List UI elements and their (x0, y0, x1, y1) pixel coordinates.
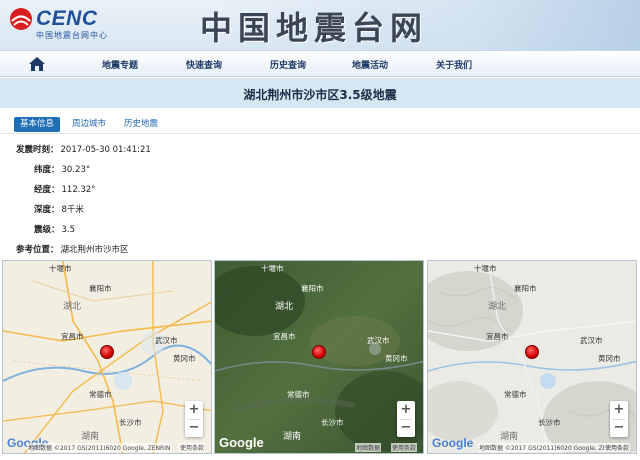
epicenter-marker[interactable] (100, 345, 114, 359)
label-yichang: 宜昌市 (61, 331, 84, 342)
label-changde: 常德市 (504, 389, 527, 400)
page: CENC 中国地震台网中心 中国地震台网 地震专题 快速查询 历史查询 地震活动… (0, 0, 640, 460)
label-xiangyang: 襄阳市 (89, 283, 112, 294)
zoom-in-button[interactable]: + (610, 401, 628, 419)
latitude-value: 30.23° (62, 165, 91, 175)
logo-subtitle: 中国地震台网中心 (36, 30, 108, 41)
label-wuhan: 武汉市 (580, 335, 603, 346)
info-row-depth: 深度：8千米 (34, 203, 84, 217)
zoom-control: + − (610, 401, 628, 437)
magnitude-label: 震级： (34, 223, 60, 235)
label-changsha: 长沙市 (538, 417, 561, 428)
label-xiangyang: 襄阳市 (514, 283, 537, 294)
info-row-latitude: 纬度：30.23° (34, 163, 90, 177)
label-huanggang: 黄冈市 (385, 353, 408, 364)
epicenter-marker[interactable] (525, 345, 539, 359)
satellite-map[interactable]: 十堰市 襄阳市 湖北 宜昌市 武汉市 黄冈市 常德市 长沙市 湖南 + − Go… (214, 260, 424, 454)
info-row-magnitude: 震级：3.5 (34, 223, 75, 237)
longitude-value: 112.32° (62, 185, 96, 195)
label-huanggang: 黄冈市 (598, 353, 621, 364)
epicenter-marker[interactable] (312, 345, 326, 359)
terrain-map[interactable]: 十堰市 襄阳市 湖北 宜昌市 武汉市 黄冈市 常德市 长沙市 湖南 + − Go… (427, 260, 637, 454)
zoom-control: + − (185, 401, 203, 437)
zoom-in-button[interactable]: + (185, 401, 203, 419)
tab-nearby-cities[interactable]: 周边城市 (66, 117, 112, 132)
time-label: 发震时刻： (16, 143, 59, 155)
terms-link[interactable]: 使用条款 (179, 443, 205, 452)
google-logo[interactable]: Google (432, 436, 473, 450)
quake-info: 发震时刻：2017-05-30 01:41:21 纬度：30.23° 经度：11… (0, 138, 640, 258)
page-title: 湖北荆州市沙市区3.5级地震 (0, 86, 640, 103)
location-value: 湖北荆州市沙市区 (61, 243, 129, 255)
label-changde: 常德市 (287, 389, 310, 400)
nav-item-quick-query[interactable]: 快速查询 (186, 58, 222, 71)
latitude-label: 纬度： (34, 163, 60, 175)
map-attribution: 地图数据 (355, 443, 381, 452)
label-hunan: 湖南 (283, 429, 301, 442)
nav-item-about[interactable]: 关于我们 (436, 58, 472, 71)
info-row-time: 发震时刻：2017-05-30 01:41:21 (16, 143, 151, 157)
label-shiyan: 十堰市 (49, 263, 72, 274)
label-wuhan: 武汉市 (367, 335, 390, 346)
depth-label: 深度： (34, 203, 60, 215)
label-shiyan: 十堰市 (474, 263, 497, 274)
map-attribution: 地图数据 ©2017 GS(2011)6020 Google, ZENRIN (478, 443, 622, 452)
label-shiyan: 十堰市 (261, 263, 284, 274)
label-hubei: 湖北 (63, 299, 81, 312)
label-changsha: 长沙市 (321, 417, 344, 428)
nav-item-activity[interactable]: 地震活动 (352, 58, 388, 71)
google-logo[interactable]: Google (219, 435, 264, 450)
info-row-longitude: 经度：112.32° (34, 183, 96, 197)
site-title: 中国地震台网 (200, 3, 428, 49)
label-changde: 常德市 (89, 389, 112, 400)
map-attribution: 地图数据 ©2017 GS(2011)6020 Google, ZENRIN (27, 443, 171, 452)
main-nav: 地震专题 快速查询 历史查询 地震活动 关于我们 (0, 50, 640, 77)
home-icon[interactable] (28, 56, 46, 72)
nav-item-history-query[interactable]: 历史查询 (270, 58, 306, 71)
label-hunan: 湖南 (500, 429, 518, 442)
cenc-logo[interactable]: CENC 中国地震台网中心 (8, 6, 128, 46)
label-yichang: 宜昌市 (273, 331, 296, 342)
zoom-control: + − (397, 401, 415, 437)
info-row-location: 参考位置：湖北荆州市沙市区 (16, 243, 129, 257)
label-yichang: 宜昌市 (486, 331, 509, 342)
zoom-out-button[interactable]: − (185, 419, 203, 437)
map-panels: 十堰市 襄阳市 湖北 宜昌市 武汉市 黄冈市 常德市 长沙市 湖南 + − Go… (0, 258, 640, 458)
site-header: CENC 中国地震台网中心 中国地震台网 (0, 0, 640, 50)
location-label: 参考位置： (16, 243, 59, 255)
info-tabs: 基本信息 周边城市 历史地震 (0, 114, 640, 134)
zoom-in-button[interactable]: + (397, 401, 415, 419)
time-value: 2017-05-30 01:41:21 (61, 145, 151, 155)
longitude-label: 经度： (34, 183, 60, 195)
label-wuhan: 武汉市 (155, 335, 178, 346)
zoom-out-button[interactable]: − (397, 419, 415, 437)
tab-basic-info[interactable]: 基本信息 (14, 117, 60, 132)
zoom-out-button[interactable]: − (610, 419, 628, 437)
label-hubei: 湖北 (275, 299, 293, 312)
label-hunan: 湖南 (81, 429, 99, 442)
title-bar: 湖北荆州市沙市区3.5级地震 (0, 78, 640, 108)
magnitude-value: 3.5 (62, 225, 76, 235)
terms-link[interactable]: 使用条款 (604, 443, 630, 452)
depth-value: 8千米 (62, 203, 84, 215)
cenc-logo-icon (8, 6, 34, 32)
logo-text: CENC (36, 7, 98, 31)
label-huanggang: 黄冈市 (173, 353, 196, 364)
label-changsha: 长沙市 (119, 417, 142, 428)
label-hubei: 湖北 (488, 299, 506, 312)
nav-item-topics[interactable]: 地震专题 (102, 58, 138, 71)
label-xiangyang: 襄阳市 (301, 283, 324, 294)
tab-history-quakes[interactable]: 历史地震 (118, 117, 164, 132)
terms-link[interactable]: 使用条款 (391, 443, 417, 452)
road-map[interactable]: 十堰市 襄阳市 湖北 宜昌市 武汉市 黄冈市 常德市 长沙市 湖南 + − Go… (2, 260, 212, 454)
